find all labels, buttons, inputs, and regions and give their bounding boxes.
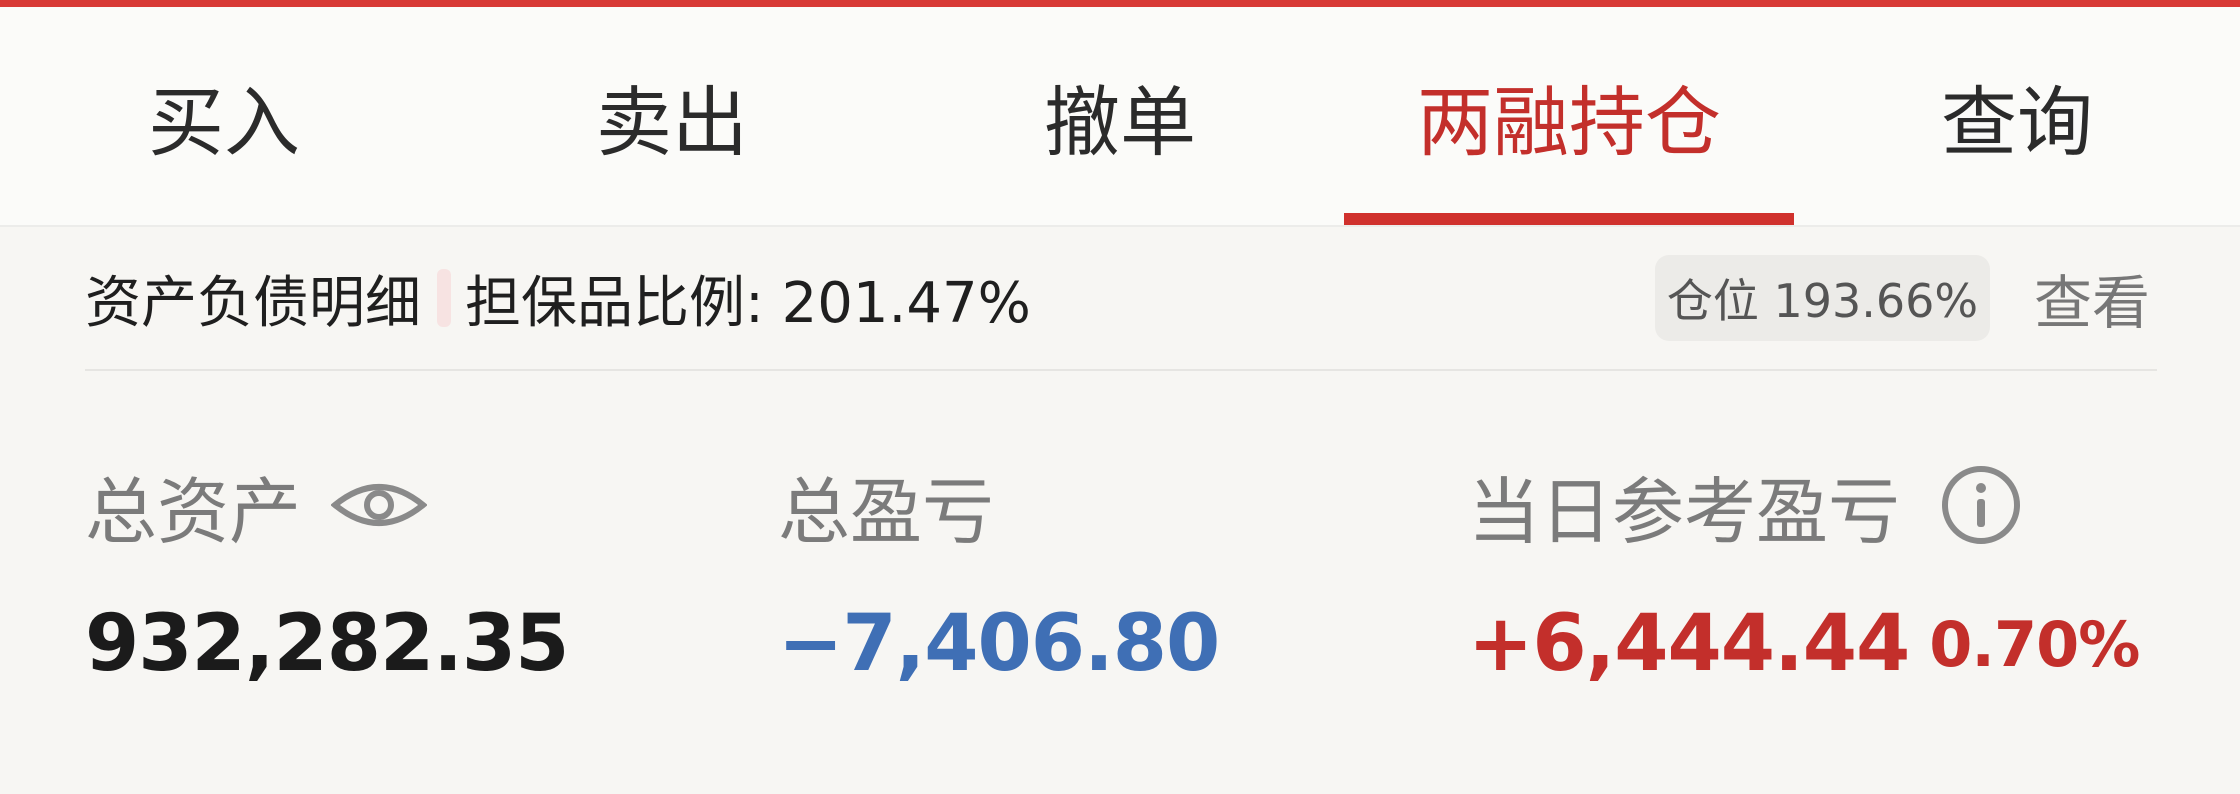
- tab-buy[interactable]: 买入: [0, 7, 448, 225]
- separator-mark: [437, 269, 451, 327]
- total-assets-label: 总资产: [85, 469, 302, 554]
- asset-liability-detail-link[interactable]: 资产负债明细: [85, 258, 421, 339]
- active-tab-indicator: [1344, 213, 1794, 225]
- trade-tab-bar: 买入 卖出 撤单 两融持仓 查询: [0, 7, 2240, 227]
- account-summary-row: 资产负债明细 担保品比例: 201.47% 仓位 193.66% 查看: [0, 227, 2240, 369]
- total-pnl-value: −7,406.80: [778, 599, 1220, 689]
- daily-pnl-label: 当日参考盈亏: [1468, 469, 1901, 554]
- section-divider: [85, 369, 2157, 371]
- daily-pnl-value: +6,444.44: [1468, 599, 1910, 689]
- top-accent-strip: [0, 0, 2240, 7]
- collateral-ratio: 担保品比例: 201.47%: [465, 270, 1031, 336]
- tab-margin-positions[interactable]: 两融持仓: [1344, 7, 1794, 225]
- total-assets-label-group: 总资产: [85, 455, 428, 555]
- daily-pnl-value-group: +6,444.44 0.70%: [1468, 594, 2140, 694]
- position-ratio-badge: 仓位 193.66%: [1655, 255, 1990, 341]
- daily-pnl-label-group: 当日参考盈亏: [1468, 455, 2022, 555]
- info-icon[interactable]: [1940, 464, 2022, 546]
- total-pnl-label-group: 总盈亏: [778, 455, 994, 555]
- total-assets-value: 932,282.35: [85, 599, 569, 689]
- summary-left: 资产负债明细 担保品比例: 201.47%: [85, 227, 1031, 369]
- view-button[interactable]: 查看: [2034, 227, 2150, 369]
- eye-icon[interactable]: [331, 475, 428, 535]
- tab-query[interactable]: 查询: [1794, 7, 2240, 225]
- tab-sell[interactable]: 卖出: [448, 7, 896, 225]
- daily-pnl-percent: 0.70%: [1929, 607, 2140, 681]
- total-pnl-label: 总盈亏: [778, 469, 995, 554]
- tab-cancel-order[interactable]: 撤单: [896, 7, 1344, 225]
